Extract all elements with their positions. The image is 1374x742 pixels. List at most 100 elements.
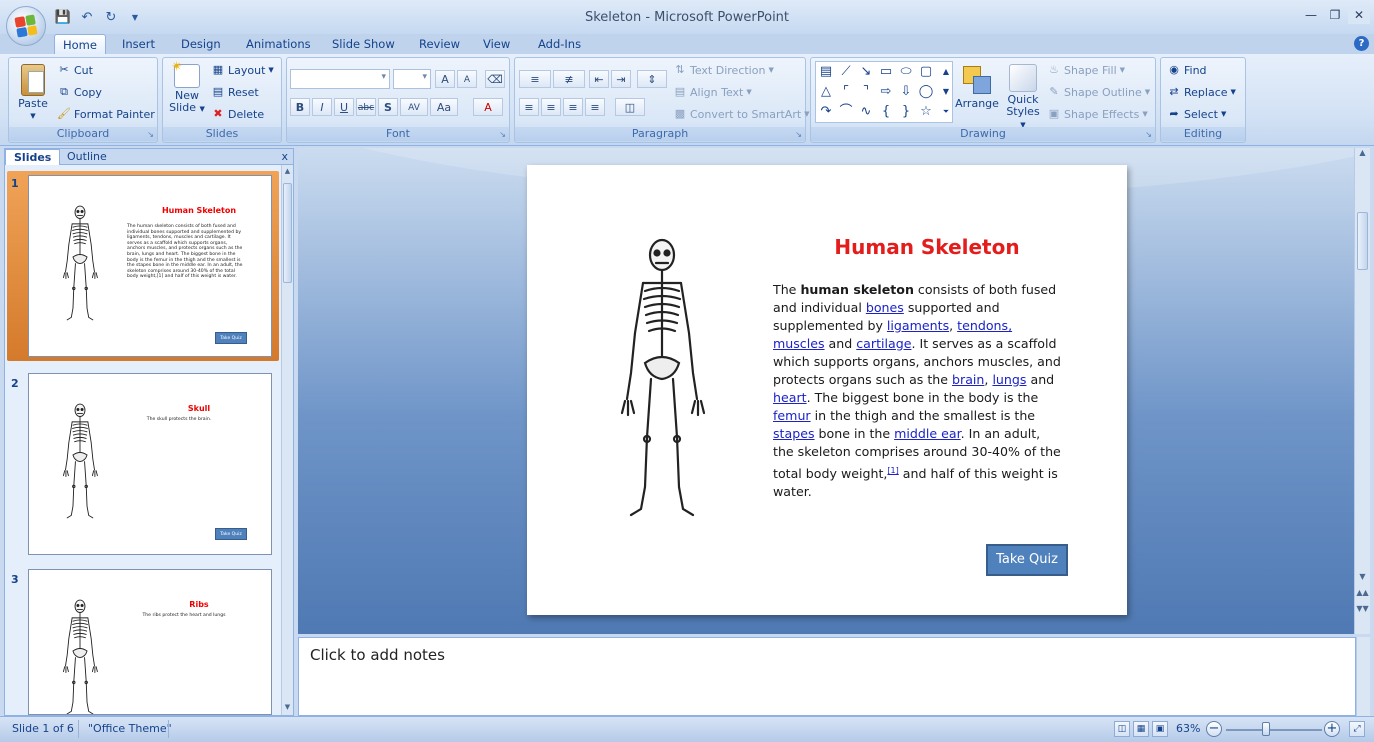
rounded-rect-shape-icon[interactable]: ▢ <box>917 63 935 81</box>
shape-effects-button[interactable]: ▣ Shape Effects ▼ <box>1047 107 1148 121</box>
close-icon[interactable]: x <box>281 150 288 163</box>
select-button[interactable]: ➦ Select ▼ <box>1167 107 1226 121</box>
tab-add-ins[interactable]: Add-Ins <box>530 34 589 54</box>
triangle-shape-icon[interactable]: △ <box>817 83 835 101</box>
slide-scrollbar[interactable]: ▲ ▼ ▲▲ ▼▼ <box>1354 148 1370 634</box>
notes-placeholder[interactable]: Click to add notes <box>310 646 445 664</box>
dialog-launcher-icon[interactable]: ↘ <box>1145 130 1152 139</box>
scroll-up-icon[interactable]: ▲ <box>1355 148 1370 157</box>
down-arrow-shape-icon[interactable]: ⇩ <box>897 83 915 101</box>
format-painter-button[interactable]: 🖌 Format Painter <box>57 107 155 121</box>
chevron-down-icon[interactable]: ▼ <box>937 83 955 101</box>
delete-button[interactable]: ✖ Delete <box>211 107 264 121</box>
shapes-gallery[interactable]: ▤ ⟋ ↘ ▭ ⬭ ▢ △ ⌜ ⌝ ⇨ ⇩ ◯ ↷ ⌒ ∿ { } ☆ ▲ ▼ … <box>815 61 953 123</box>
tab-slide-show[interactable]: Slide Show <box>324 34 403 54</box>
character-spacing-button[interactable]: AV <box>400 98 428 116</box>
link-cartilage[interactable]: cartilage <box>856 336 911 351</box>
theme-name[interactable]: "Office Theme" <box>88 722 172 735</box>
tab-outline[interactable]: Outline <box>59 149 115 165</box>
link-bones[interactable]: bones <box>866 300 904 315</box>
align-right-icon[interactable]: ≡ <box>563 98 583 116</box>
restore-button[interactable]: ❐ <box>1324 6 1346 24</box>
font-color-button[interactable]: A <box>473 98 503 116</box>
bullets-icon[interactable]: ≡ <box>519 70 551 88</box>
scroll-up-icon[interactable]: ▲ <box>282 165 293 177</box>
skeleton-image[interactable] <box>607 235 717 525</box>
new-slide-button[interactable]: ✴ New Slide ▼ <box>167 60 207 115</box>
more-icon[interactable]: ⏷ <box>937 103 955 121</box>
link-ligaments[interactable]: ligaments <box>887 318 949 333</box>
link-middle-ear[interactable]: middle ear <box>894 426 961 441</box>
previous-slide-icon[interactable]: ▲▲ <box>1355 588 1370 597</box>
textbox-shape-icon[interactable]: ▤ <box>817 63 835 81</box>
text-direction-button[interactable]: ⇅ Text Direction ▼ <box>673 63 773 77</box>
help-icon[interactable]: ? <box>1354 36 1369 51</box>
strikethrough-button[interactable]: abc <box>356 98 376 116</box>
zoom-slider[interactable] <box>1226 729 1322 731</box>
line-spacing-icon[interactable]: ⇕ <box>637 70 667 88</box>
align-text-button[interactable]: ▤ Align Text ▼ <box>673 85 752 99</box>
brace-left-icon[interactable]: { <box>877 103 895 121</box>
dialog-launcher-icon[interactable]: ↘ <box>795 130 802 139</box>
link-muscles[interactable]: muscles <box>773 336 825 351</box>
justify-icon[interactable]: ≡ <box>585 98 605 116</box>
cut-button[interactable]: ✂ Cut <box>57 63 93 77</box>
freeform-shape-icon[interactable]: ∿ <box>857 103 875 121</box>
tab-design[interactable]: Design <box>173 34 229 54</box>
link-brain[interactable]: brain <box>952 372 984 387</box>
clear-format-icon[interactable]: ⌫ <box>485 70 505 88</box>
slide-title[interactable]: Human Skeleton <box>827 235 1027 259</box>
replace-button[interactable]: ⇄ Replace ▼ <box>1167 85 1236 99</box>
font-name-combo[interactable] <box>290 69 390 89</box>
oval-shape-icon[interactable]: ⬭ <box>897 63 915 81</box>
fit-to-window-icon[interactable]: ⤢ <box>1349 721 1365 737</box>
shadow-button[interactable]: S <box>378 98 398 116</box>
reset-button[interactable]: ▤ Reset <box>211 85 259 99</box>
increase-indent-icon[interactable]: ⇥ <box>611 70 631 88</box>
arrow-line-shape-icon[interactable]: ↘ <box>857 63 875 81</box>
convert-smartart-button[interactable]: ▩ Convert to SmartArt ▼ <box>673 107 810 121</box>
font-size-combo[interactable] <box>393 69 431 89</box>
decrease-indent-icon[interactable]: ⇤ <box>589 70 609 88</box>
link-heart[interactable]: heart <box>773 390 807 405</box>
shape-outline-button[interactable]: ✎ Shape Outline ▼ <box>1047 85 1150 99</box>
underline-button[interactable]: U <box>334 98 354 116</box>
line-shape-icon[interactable]: ⟋ <box>837 63 855 81</box>
tab-slides[interactable]: Slides <box>5 149 61 165</box>
scroll-down-icon[interactable]: ▼ <box>1355 572 1370 581</box>
scroll-thumb[interactable] <box>1357 212 1368 270</box>
zoom-out-icon[interactable]: − <box>1206 721 1222 737</box>
italic-button[interactable]: I <box>312 98 332 116</box>
office-button[interactable] <box>6 6 46 46</box>
link-tendons[interactable]: tendons, <box>957 318 1012 333</box>
brace-right-icon[interactable]: } <box>897 103 915 121</box>
slide-body-text[interactable]: The human skeleton consists of both fuse… <box>773 281 1063 501</box>
tab-view[interactable]: View <box>475 34 518 54</box>
scroll-down-icon[interactable]: ▼ <box>282 701 293 713</box>
shape-fill-button[interactable]: ♨ Shape Fill ▼ <box>1047 63 1125 77</box>
callout-shape-icon[interactable]: ◯ <box>917 83 935 101</box>
reference-link[interactable]: [1] <box>887 466 898 475</box>
current-slide[interactable]: Human Skeleton The human skeleton consis… <box>527 165 1127 615</box>
paste-button[interactable]: Paste ▼ <box>15 64 51 122</box>
notes-scrollbar[interactable] <box>1356 637 1370 716</box>
curve-shape-icon[interactable]: ↷ <box>817 103 835 121</box>
tab-home[interactable]: Home <box>54 34 106 54</box>
star-shape-icon[interactable]: ☆ <box>917 103 935 121</box>
rectangle-shape-icon[interactable]: ▭ <box>877 63 895 81</box>
slide-thumbnail[interactable]: 2 Skull The skull protects the brain. Ta… <box>5 371 281 557</box>
dialog-launcher-icon[interactable]: ↘ <box>499 130 506 139</box>
minimize-button[interactable]: — <box>1300 6 1322 24</box>
normal-view-icon[interactable]: ◫ <box>1114 721 1130 737</box>
bold-button[interactable]: B <box>290 98 310 116</box>
align-center-icon[interactable]: ≡ <box>541 98 561 116</box>
link-femur[interactable]: femur <box>773 408 811 423</box>
link-lungs[interactable]: lungs <box>992 372 1026 387</box>
columns-icon[interactable]: ◫ <box>615 98 645 116</box>
slide-thumbnail[interactable]: 3 Ribs The ribs protect the heart and lu… <box>5 567 281 717</box>
chevron-up-icon[interactable]: ▲ <box>937 63 955 81</box>
next-slide-icon[interactable]: ▼▼ <box>1355 604 1370 613</box>
elbow-connector-icon[interactable]: ⌜ <box>837 83 855 101</box>
tab-review[interactable]: Review <box>411 34 468 54</box>
tab-insert[interactable]: Insert <box>114 34 163 54</box>
